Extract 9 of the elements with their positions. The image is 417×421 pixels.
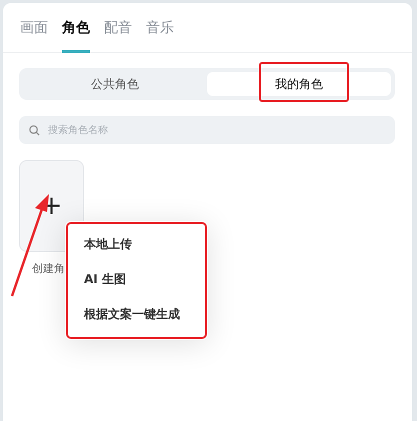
segment-tab[interactable]: 我的角色 <box>207 72 391 96</box>
tab[interactable]: 角色 <box>62 19 90 53</box>
search-input[interactable]: 搜索角色名称 <box>46 124 395 136</box>
search-icon <box>29 124 40 136</box>
menu-item[interactable]: 根据文案一键生成 <box>65 297 208 332</box>
menu-item[interactable]: AI 生图 <box>65 262 208 297</box>
tile-label: 创建角 <box>32 261 65 276</box>
search-field[interactable]: 搜索角色名称 <box>19 116 395 144</box>
segment-tab[interactable]: 公共角色 <box>23 72 207 96</box>
